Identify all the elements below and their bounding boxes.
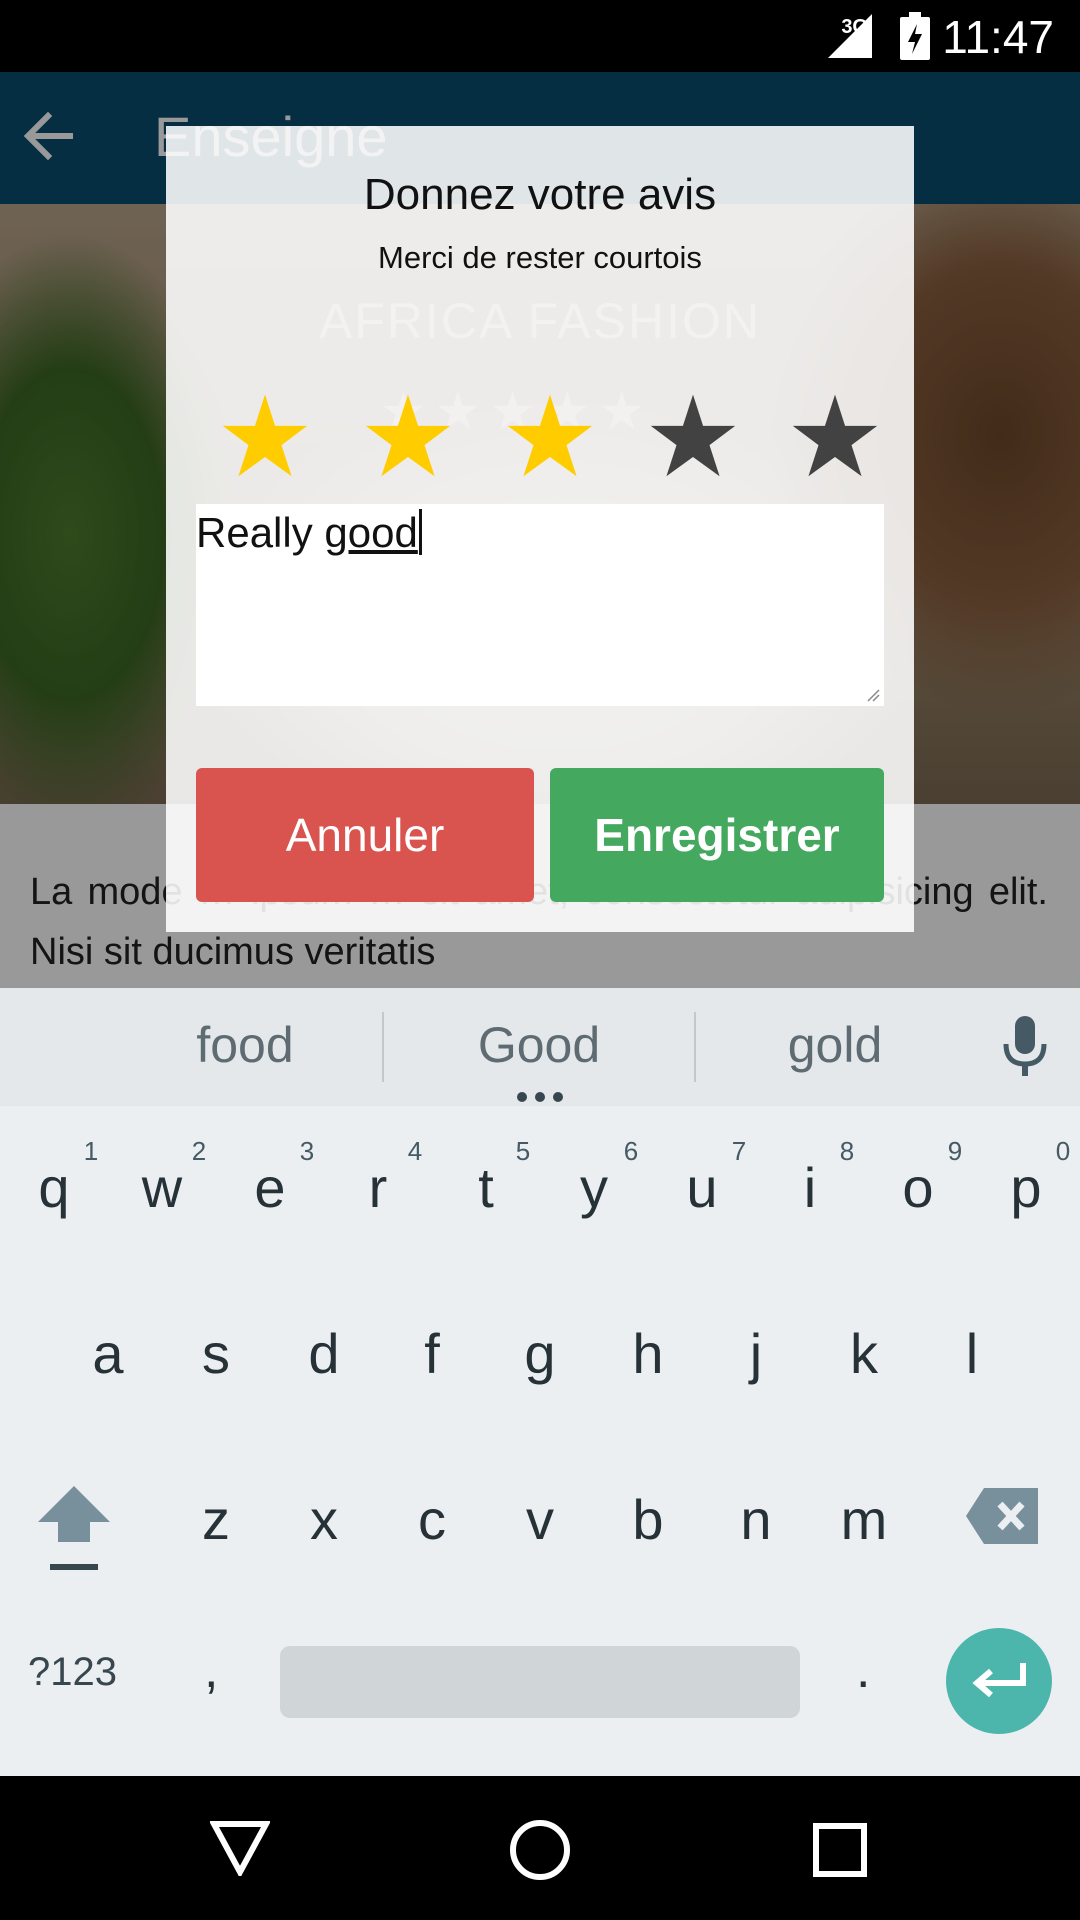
shift-icon[interactable] (36, 1484, 112, 1579)
key-hint-9: 9 (947, 1136, 963, 1166)
mic-icon[interactable] (1002, 1016, 1048, 1083)
rating-star-4[interactable] (638, 385, 748, 485)
symbols-key[interactable]: ?123 (28, 1650, 117, 1695)
backspace-icon[interactable] (966, 1488, 1040, 1549)
star-filled-icon (222, 394, 308, 477)
review-text-prefix: Really (196, 509, 325, 556)
star-empty-icon (650, 394, 735, 477)
key-b[interactable]: b (598, 1460, 698, 1580)
key-hint-8: 8 (839, 1136, 855, 1166)
key-hint-1: 1 (83, 1136, 99, 1166)
key-z[interactable]: z (166, 1460, 266, 1580)
key-hint-3: 3 (299, 1136, 315, 1166)
text-cursor (418, 509, 422, 555)
key-j[interactable]: j (706, 1294, 806, 1414)
key-f[interactable]: f (382, 1294, 482, 1414)
key-l[interactable]: l (922, 1294, 1022, 1414)
suggestion-2[interactable]: Good (424, 1016, 654, 1074)
comma-key[interactable]: , (204, 1640, 218, 1700)
review-composing-word: good (324, 509, 418, 556)
cancel-button[interactable]: Annuler (196, 768, 534, 902)
rating-star-2[interactable] (353, 385, 463, 485)
space-key[interactable] (280, 1646, 800, 1718)
rating-star-1[interactable] (210, 385, 320, 485)
suggestion-3[interactable]: gold (720, 1016, 950, 1074)
star-rating[interactable] (210, 385, 890, 485)
review-text: Really good (196, 504, 884, 562)
enter-key[interactable] (946, 1628, 1052, 1734)
star-filled-icon (365, 394, 450, 477)
clock: 11:47 (942, 11, 1054, 63)
key-g[interactable]: g (490, 1294, 590, 1414)
rating-star-5[interactable] (780, 385, 890, 485)
key-s[interactable]: s (166, 1294, 266, 1414)
signal-icon (828, 14, 874, 63)
key-k[interactable]: k (814, 1294, 914, 1414)
suggestion-divider (694, 1012, 696, 1082)
key-h[interactable]: h (598, 1294, 698, 1414)
dialog-subtitle: Merci de rester courtois (378, 240, 702, 275)
rating-star-3[interactable] (495, 385, 605, 485)
battery-charging-icon (900, 12, 930, 65)
nav-home-icon[interactable] (508, 1818, 572, 1887)
key-hint-6: 6 (623, 1136, 639, 1166)
suggestion-1[interactable]: food (130, 1016, 360, 1074)
key-n[interactable]: n (706, 1460, 806, 1580)
more-dots-icon (516, 1090, 564, 1108)
key-d[interactable]: d (274, 1294, 374, 1414)
star-empty-icon (792, 394, 878, 477)
key-hint-5: 5 (515, 1136, 531, 1166)
key-c[interactable]: c (382, 1460, 482, 1580)
review-textarea[interactable]: Really good (196, 504, 884, 706)
enter-icon (972, 1663, 1026, 1698)
key-hint-2: 2 (191, 1136, 207, 1166)
resize-handle-icon[interactable] (866, 688, 880, 702)
dialog-title: Donnez votre avis (363, 170, 717, 219)
key-v[interactable]: v (490, 1460, 590, 1580)
key-x[interactable]: x (274, 1460, 374, 1580)
key-hint-0: 0 (1055, 1136, 1071, 1166)
nav-back-icon[interactable] (208, 1820, 272, 1881)
nav-recents-icon[interactable] (812, 1822, 868, 1883)
key-hint-7: 7 (731, 1136, 747, 1166)
save-button[interactable]: Enregistrer (550, 768, 884, 902)
key-m[interactable]: m (814, 1460, 914, 1580)
star-filled-icon (507, 394, 593, 477)
key-a[interactable]: a (58, 1294, 158, 1414)
suggestion-divider (382, 1012, 384, 1082)
period-key[interactable]: . (856, 1640, 870, 1700)
key-hint-4: 4 (407, 1136, 423, 1166)
